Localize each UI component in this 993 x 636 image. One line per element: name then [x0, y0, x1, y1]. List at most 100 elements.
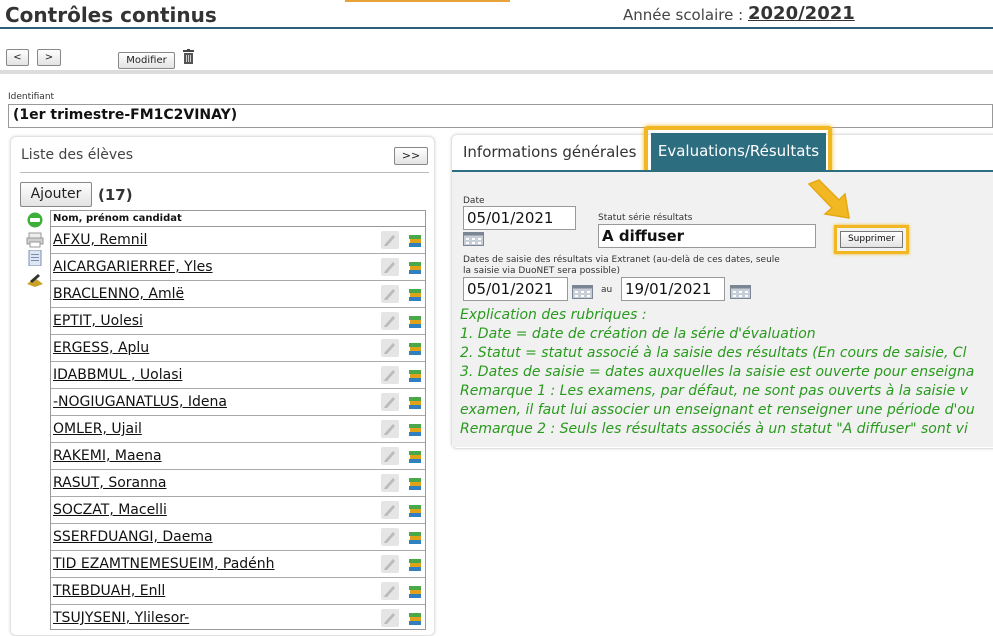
export-icon[interactable]: [26, 272, 44, 288]
student-name-link[interactable]: RASUT, Soranna: [53, 475, 166, 491]
edit-icon[interactable]: [381, 420, 399, 438]
edit-icon[interactable]: [381, 339, 399, 357]
explanation-line: Remarque 1 : Les examens, par défaut, ne…: [460, 383, 968, 399]
table-row: TID EZAMTNEMESUEIM, Padénh: [51, 551, 425, 578]
books-icon[interactable]: [407, 233, 423, 249]
student-name-link[interactable]: ERGESS, Aplu: [53, 340, 149, 356]
table-row: AICARGARIERREF, Yles: [51, 254, 425, 281]
toolbar: < > Modifier: [0, 42, 993, 74]
books-icon[interactable]: [407, 422, 423, 438]
books-icon[interactable]: [407, 314, 423, 330]
status-field[interactable]: A diffuser: [598, 224, 816, 248]
table-row: BRACLENNO, Amlë: [51, 281, 425, 308]
school-year-value[interactable]: 2020/2021: [748, 3, 855, 24]
add-student-button[interactable]: Ajouter: [20, 182, 92, 207]
entry-dates-description: Dates de saisie des résultats via Extran…: [463, 255, 780, 265]
student-name-link[interactable]: AICARGARIERREF, Yles: [53, 259, 213, 275]
explanation-line: examen, il faut lui associer un enseigna…: [460, 402, 975, 418]
student-name-link[interactable]: RAKEMI, Maena: [53, 448, 162, 464]
student-name-link[interactable]: TREBDUAH, Enll: [53, 583, 165, 599]
edit-icon[interactable]: [381, 582, 399, 600]
edit-icon[interactable]: [381, 393, 399, 411]
student-name-link[interactable]: EPTIT, Uolesi: [53, 313, 143, 329]
trash-icon[interactable]: [182, 49, 195, 64]
expand-button[interactable]: >>: [394, 147, 428, 165]
books-icon[interactable]: [407, 395, 423, 411]
explanation-line: 3. Dates de saisie = dates auxquelles la…: [460, 364, 975, 380]
column-header: Nom, prénom candidat: [51, 211, 425, 227]
books-icon[interactable]: [407, 530, 423, 546]
table-row: ERGESS, Aplu: [51, 335, 425, 362]
edit-icon[interactable]: [381, 231, 399, 249]
books-icon[interactable]: [407, 584, 423, 600]
table-row: TSUJYSENI, Ylilesor-: [51, 605, 425, 629]
next-button[interactable]: >: [37, 49, 61, 66]
edit-icon[interactable]: [381, 312, 399, 330]
entry-dates-description-2: la saisie via DuoNET sera possible): [463, 266, 620, 276]
school-year-label: Année scolaire :: [623, 6, 744, 24]
arrow-icon: [807, 179, 850, 219]
student-name-link[interactable]: BRACLENNO, Amlë: [53, 286, 184, 302]
edit-icon[interactable]: [381, 609, 399, 627]
calendar-icon[interactable]: [572, 285, 593, 299]
explanation-line: Explication des rubriques :: [460, 307, 647, 323]
student-count: (17): [98, 186, 133, 204]
explanation-line: 1. Date = date de création de la série d…: [460, 326, 816, 342]
edit-icon[interactable]: [381, 474, 399, 492]
books-icon[interactable]: [407, 260, 423, 276]
students-list-title: Liste des élèves: [21, 147, 134, 163]
date-to-field[interactable]: 19/01/2021: [621, 277, 725, 301]
table-row: -NOGIUGANATLUS, Idena: [51, 389, 425, 416]
edit-icon[interactable]: [381, 366, 399, 384]
calendar-icon[interactable]: [463, 232, 484, 246]
edit-icon[interactable]: [381, 528, 399, 546]
books-icon[interactable]: [407, 449, 423, 465]
tab-evaluations-resultats[interactable]: Evaluations/Résultats: [651, 133, 826, 170]
student-name-link[interactable]: AFXU, Remnil: [53, 232, 147, 248]
books-icon[interactable]: [407, 368, 423, 384]
student-name-link[interactable]: TID EZAMTNEMESUEIM, Padénh: [53, 556, 275, 572]
books-icon[interactable]: [407, 503, 423, 519]
table-row: SSERFDUANGI, Daema: [51, 524, 425, 551]
identifier-field[interactable]: (1er trimestre-FM1C2VINAY): [8, 104, 993, 128]
explanation-line: Remarque 2 : Seuls les résultats associé…: [460, 421, 968, 437]
identifier-label: Identifiant: [8, 92, 55, 102]
page-title: Contrôles continus: [5, 3, 217, 27]
table-row: SOCZAT, Macelli: [51, 497, 425, 524]
divider: [20, 172, 429, 173]
au-label: au: [601, 285, 613, 295]
status-label: Statut série résultats: [598, 213, 693, 223]
edit-icon[interactable]: [381, 447, 399, 465]
message-icon[interactable]: [26, 212, 44, 228]
edit-icon[interactable]: [381, 258, 399, 276]
books-icon[interactable]: [407, 557, 423, 573]
tab-informations-generales[interactable]: Informations générales: [463, 143, 636, 161]
table-row: OMLER, Ujail: [51, 416, 425, 443]
student-name-link[interactable]: OMLER, Ujail: [53, 421, 142, 437]
calendar-icon[interactable]: [730, 285, 751, 299]
edit-icon[interactable]: [381, 501, 399, 519]
page-header: Contrôles continus Année scolaire : 2020…: [0, 0, 993, 29]
books-icon[interactable]: [407, 341, 423, 357]
student-name-link[interactable]: -NOGIUGANATLUS, Idena: [53, 394, 227, 410]
student-name-link[interactable]: TSUJYSENI, Ylilesor-: [53, 610, 189, 626]
document-icon[interactable]: [26, 250, 44, 266]
print-icon[interactable]: [26, 232, 44, 248]
delete-button[interactable]: Supprimer: [840, 231, 903, 248]
student-name-link[interactable]: SOCZAT, Macelli: [53, 502, 167, 518]
student-name-link[interactable]: IDABBMUL , Uolasi: [53, 367, 182, 383]
explanation-line: 2. Statut = statut associé à la saisie d…: [460, 345, 967, 361]
date-from-field[interactable]: 05/01/2021: [463, 277, 568, 301]
prev-button[interactable]: <: [6, 49, 29, 66]
books-icon[interactable]: [407, 476, 423, 492]
table-row: RASUT, Soranna: [51, 470, 425, 497]
student-name-link[interactable]: SSERFDUANGI, Daema: [53, 529, 213, 545]
edit-icon[interactable]: [381, 285, 399, 303]
students-table: Nom, prénom candidat AFXU, Remnil AICARGA…: [50, 210, 426, 630]
modify-button[interactable]: Modifier: [118, 52, 175, 69]
date-field[interactable]: 05/01/2021: [463, 206, 576, 230]
books-icon[interactable]: [407, 611, 423, 627]
edit-icon[interactable]: [381, 555, 399, 573]
books-icon[interactable]: [407, 287, 423, 303]
date-label: Date: [463, 196, 485, 206]
